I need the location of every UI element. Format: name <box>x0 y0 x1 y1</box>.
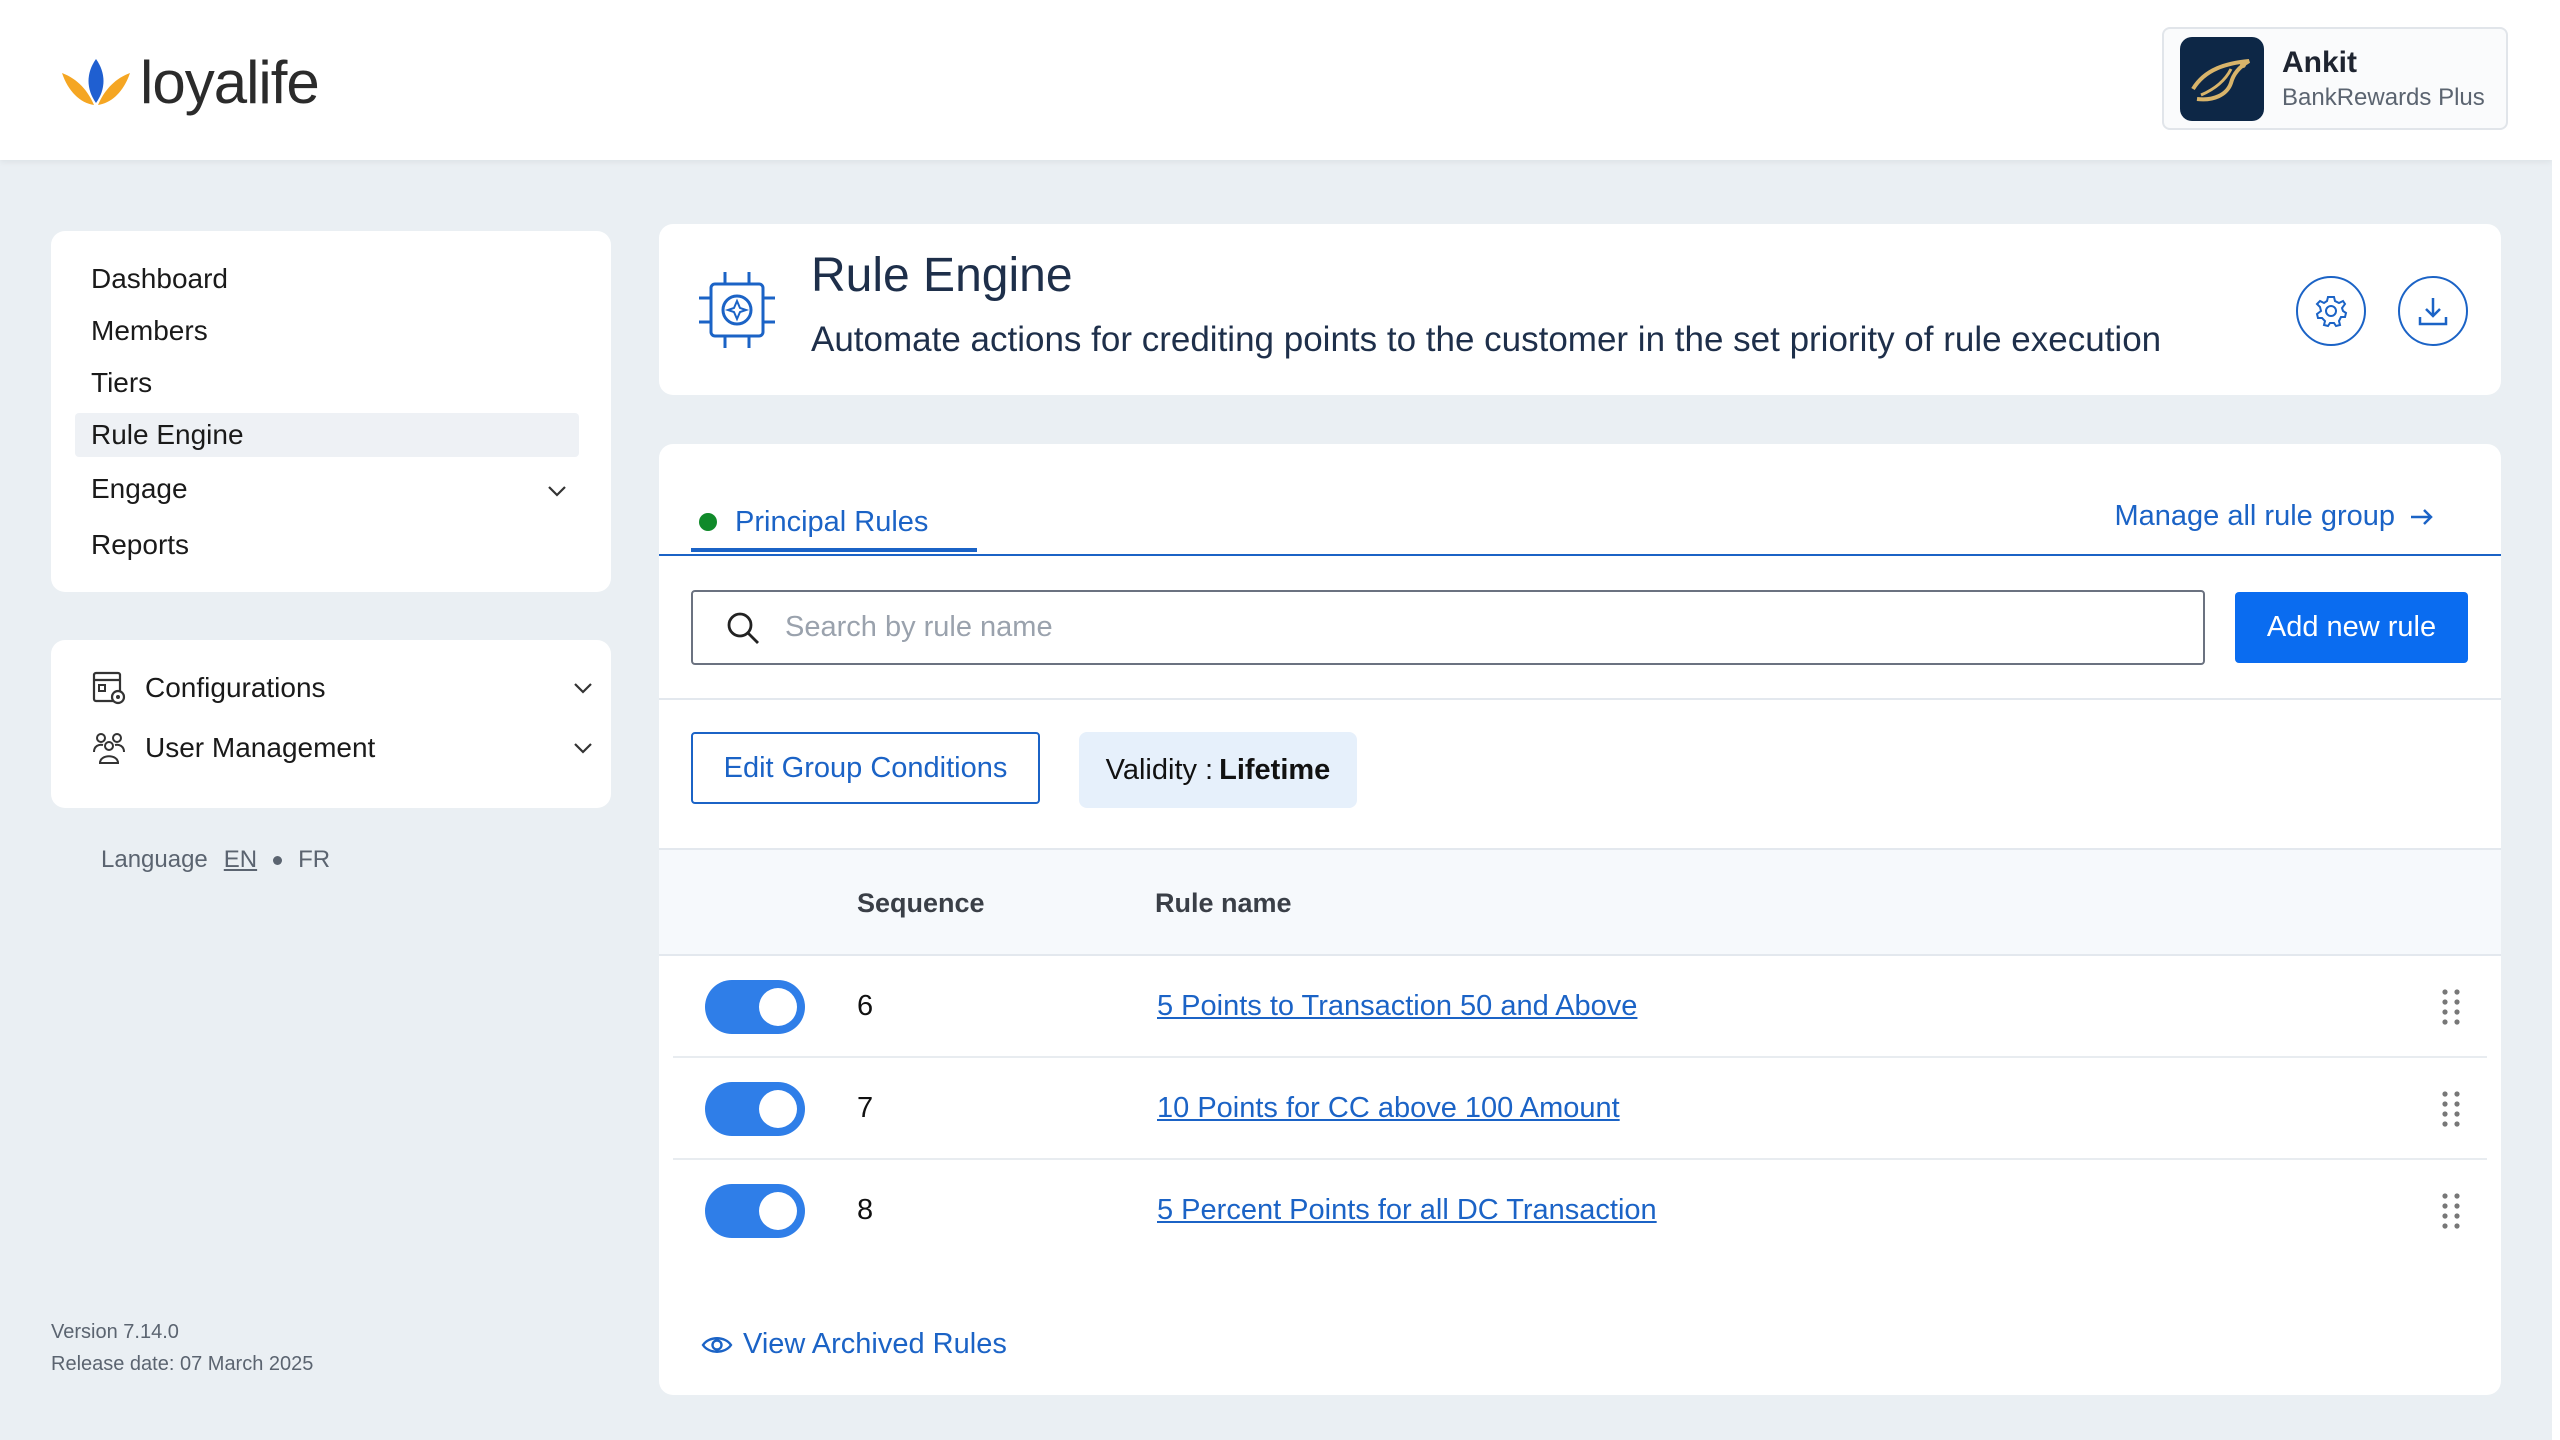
version-info: Version 7.14.0 Release date: 07 March 20… <box>51 1316 313 1380</box>
chevron-down-icon <box>548 486 566 497</box>
scrollbar[interactable] <box>2552 0 2560 1440</box>
tab-label: Principal Rules <box>735 505 929 538</box>
language-option-en[interactable]: EN <box>224 846 257 874</box>
sidebar-item-label: Configurations <box>145 672 326 703</box>
rule-toggle[interactable] <box>705 1184 805 1238</box>
validity-value: Lifetime <box>1219 753 1331 786</box>
rule-name-link[interactable]: 10 Points for CC above 100 Amount <box>1157 1092 1620 1125</box>
sidebar-item-tiers[interactable]: Tiers <box>75 361 579 405</box>
tab-principal-rules[interactable]: Principal Rules <box>691 496 977 552</box>
page-title: Rule Engine <box>811 249 1073 302</box>
sidebar-item-label: User Management <box>145 732 376 763</box>
language-option-fr[interactable]: FR <box>298 846 330 874</box>
sidebar-nav: Dashboard Members Tiers Rule Engine Enga… <box>51 231 611 592</box>
table-row: 6 5 Points to Transaction 50 and Above <box>673 956 2487 1058</box>
column-header-rule-name: Rule name <box>1155 888 1292 918</box>
manage-rule-group-link[interactable]: Manage all rule group <box>2114 500 2435 533</box>
validity-badge: Validity : Lifetime <box>1079 732 1357 808</box>
arrow-right-icon <box>2411 508 2433 525</box>
gear-icon <box>2315 296 2348 328</box>
rules-panel: Principal Rules Manage all rule group Ad… <box>659 444 2501 1395</box>
search-input[interactable] <box>785 611 2165 644</box>
edit-group-conditions-button[interactable]: Edit Group Conditions <box>691 732 1040 804</box>
rule-sequence: 8 <box>857 1194 874 1226</box>
rule-toggle[interactable] <box>705 980 805 1034</box>
chevron-down-icon <box>574 743 592 754</box>
drag-handle-icon[interactable] <box>2439 1088 2463 1128</box>
logo-wordmark: loyalife <box>140 49 320 116</box>
download-button[interactable] <box>2398 276 2468 346</box>
sidebar-item-configurations[interactable]: Configurations <box>91 666 595 710</box>
table-row: 7 10 Points for CC above 100 Amount <box>673 1058 2487 1160</box>
chevron-down-icon <box>574 683 592 694</box>
tab-divider <box>659 554 2501 556</box>
view-archived-rules-link[interactable]: View Archived Rules <box>701 1328 1007 1361</box>
page-header: Rule Engine Automate actions for crediti… <box>659 224 2501 395</box>
rule-name-link[interactable]: 5 Points to Transaction 50 and Above <box>1157 990 1637 1023</box>
sidebar-item-user-management[interactable]: User Management <box>91 726 595 770</box>
rule-sequence: 6 <box>857 990 874 1022</box>
language-switcher: Language EN FR <box>101 846 330 874</box>
rule-sequence: 7 <box>857 1092 874 1124</box>
sidebar-item-reports[interactable]: Reports <box>75 523 579 567</box>
archived-link-label: View Archived Rules <box>743 1328 1007 1360</box>
search-field[interactable] <box>691 590 2205 665</box>
add-new-rule-button[interactable]: Add new rule <box>2235 592 2468 663</box>
language-label: Language <box>101 846 208 873</box>
sidebar-item-engage[interactable]: Engage <box>75 467 579 511</box>
sidebar-item-label: Engage <box>91 473 188 504</box>
avatar <box>2180 36 2264 121</box>
release-date: Release date: 07 March 2025 <box>51 1353 314 1375</box>
users-icon <box>93 733 125 764</box>
bird-logo-icon <box>2191 58 2251 101</box>
rule-toggle[interactable] <box>705 1082 805 1136</box>
toggle-knob <box>759 1090 797 1128</box>
sidebar-item-members[interactable]: Members <box>75 309 579 353</box>
column-header-sequence: Sequence <box>857 888 985 918</box>
settings-button[interactable] <box>2296 276 2366 346</box>
sidebar-item-dashboard[interactable]: Dashboard <box>75 257 579 301</box>
profile-name: Ankit <box>2282 45 2357 79</box>
settings-panel-icon <box>92 671 126 705</box>
drag-handle-icon[interactable] <box>2439 986 2463 1026</box>
brand-logo[interactable]: loyalife <box>58 48 320 117</box>
page-subtitle: Automate actions for crediting points to… <box>811 320 2162 359</box>
manage-link-label: Manage all rule group <box>2114 500 2395 532</box>
toggle-knob <box>759 1192 797 1230</box>
sidebar-item-rule-engine[interactable]: Rule Engine <box>75 413 579 457</box>
search-icon <box>727 612 759 644</box>
table-row: 8 5 Percent Points for all DC Transactio… <box>673 1160 2487 1262</box>
separator-dot <box>273 855 283 865</box>
chip-icon <box>699 272 775 348</box>
toggle-knob <box>759 988 797 1026</box>
top-bar: loyalife Ankit BankRewards Plus <box>0 0 2552 160</box>
profile-org: BankRewards Plus <box>2282 83 2485 111</box>
sidebar-config: Configurations User Management <box>51 640 611 808</box>
lotus-logo-icon <box>62 58 130 105</box>
rule-name-link[interactable]: 5 Percent Points for all DC Transaction <box>1157 1194 1657 1227</box>
eye-icon <box>701 1336 733 1353</box>
table-header: Sequence Rule name <box>659 848 2501 956</box>
version-text: Version 7.14.0 <box>51 1321 179 1343</box>
status-dot <box>699 513 717 531</box>
drag-handle-icon[interactable] <box>2439 1190 2463 1230</box>
divider <box>659 698 2501 700</box>
download-icon <box>2418 298 2448 326</box>
profile-card[interactable]: Ankit BankRewards Plus <box>2162 27 2508 130</box>
validity-label: Validity : <box>1105 753 1214 786</box>
